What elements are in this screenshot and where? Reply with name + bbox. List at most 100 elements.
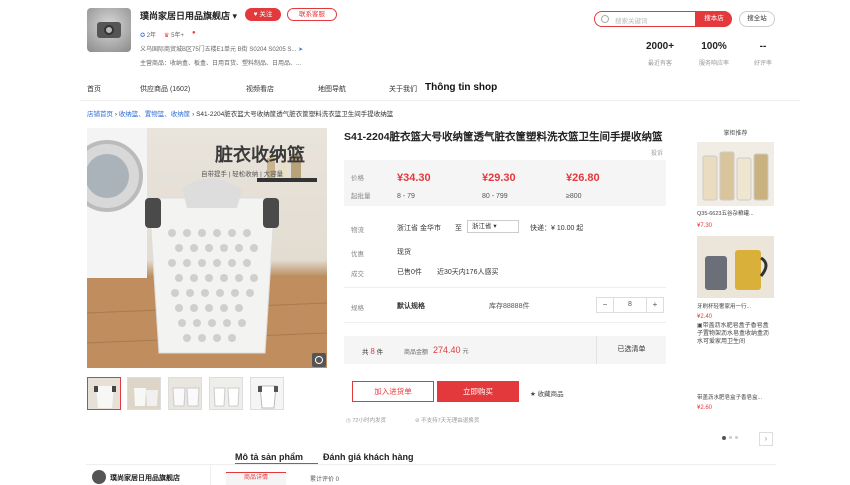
zoom-icon[interactable] [312,353,326,367]
thumbnail-3[interactable] [168,377,202,410]
summary-amount: 274.40 元 [433,345,469,355]
deal-sold: 已售0件 [397,269,422,276]
badge-level: ♛ 5年+ [164,33,184,39]
recommend-item-3-name[interactable]: 带盖沥水肥皂盒子香皂盒... [697,393,774,401]
add-to-cart-button[interactable]: 加入进货单 [352,381,434,402]
banner-title: 脏衣收纳篮 [215,145,305,165]
recommend-item-2-image[interactable] [697,236,774,298]
nav-products[interactable]: 供应商品 (1602) [140,84,190,94]
search-input[interactable]: 搜索关键词 [594,11,696,27]
summary-count: 共 8 件 [362,347,384,356]
bottom-shop-name[interactable]: 璞尚家居日用品旗舰店 [110,473,180,483]
carousel-dots [722,435,738,440]
breadcrumb-home[interactable]: 店铺首页 [87,111,113,118]
carousel-dot[interactable] [735,436,738,439]
shop-avatar[interactable] [92,470,106,484]
tier-price-2: ¥29.30 [482,172,516,184]
tab-product-detail[interactable]: 商品详情 [226,472,286,485]
carousel-dot[interactable] [729,436,732,439]
tab-review-count[interactable]: 累计评价 0 [310,474,339,483]
product-title: S41-2204脏衣篮大号收纳筐透气脏衣筐塑料洗衣篮卫生间手提收纳篮 [344,131,663,143]
recommend-item-2-name[interactable]: 牙刷杯轻奢家用一行... [697,302,774,310]
thumbnail-4[interactable] [209,377,243,410]
recommend-item-3-price: ¥2.60 [697,405,713,411]
selected-list-button[interactable]: 已选清单 [596,336,666,364]
nav-map[interactable]: 地图导航 [318,84,346,94]
service-value: 现货 [397,249,411,256]
thumbnail-2[interactable] [127,377,161,410]
recommend-item-1-image[interactable] [697,142,774,206]
quantity-minus-button[interactable]: − [597,298,613,312]
basket-thumbnail-icon [88,378,120,409]
report-link[interactable]: 投诉 [651,148,663,157]
stat-label: 好评率 [753,61,772,67]
spec-value[interactable]: 默认规格 [397,301,425,311]
recommend-item-2-price: ¥2.40 [697,314,713,320]
deal-recent: 近30天内176人感买 [437,269,499,276]
shop-logo[interactable] [87,8,131,52]
follow-button[interactable]: ♥ 关注 [245,8,281,21]
divider [344,287,666,288]
contact-service-button[interactable]: 联系客服 [287,8,337,21]
search-placeholder: 搜索关键词 [615,18,648,25]
breadcrumb-category[interactable]: 收纳篮、置物篮、收纳筐 [119,111,191,118]
thumbnail-1[interactable] [87,377,121,410]
quantity-stepper[interactable]: − 8 + [596,297,664,313]
breadcrumb-sep: › [114,111,117,118]
shipping-label: 物流 [351,227,364,234]
badge-years: ✪ 2年 [140,33,157,39]
divider [210,464,211,485]
carousel-dot[interactable] [722,435,726,440]
crown-icon: ♛ [164,33,170,39]
guarantee-shipping: ◷ 72小时内发货 [346,418,386,424]
recommend-item-1-name[interactable]: Q35-6623五谷杂粮罐... [697,209,774,217]
product-main-image[interactable]: 脏衣收纳篮 自带提手 | 轻松收纳 | 大容量 [87,128,327,368]
thumbnail-5[interactable] [250,377,284,410]
stat-rating: -- 好评率 [733,41,793,67]
basket-thumbnail-icon [169,378,201,409]
breadcrumb-current: S41-2204脏衣篮大号收纳筐透气脏衣筐塑料洗衣篮卫生间手提收纳篮 [196,111,394,118]
search-icon [601,15,609,23]
moq-label: 起批量 [351,193,371,200]
search-shop-button[interactable]: 搜本店 [696,11,732,27]
recommend-item-1-price: ¥7.30 [697,223,713,229]
stat-value: 2000+ [645,41,675,52]
favorite-button[interactable]: ★ 收藏商品 [530,388,564,398]
buy-now-button[interactable]: 立即购买 [437,381,519,402]
shop-badges: ✪ 2年 ♛ 5年+ ● [140,30,196,39]
nav-home[interactable]: 首页 [87,84,101,94]
carousel-next-button[interactable]: › [759,432,773,446]
shop-name[interactable]: 璞尚家居日用品旗舰店 ▾ [140,9,237,22]
basket-thumbnail-icon [128,378,160,409]
nav-about[interactable]: 关于我们 [389,84,417,94]
stat-value: -- [759,41,767,52]
shop-main-products: 主营商品：收纳盒、板盒、日用百货、塑料制品、日用品、... [140,61,302,67]
recommend-title: 掌柜推荐 [723,131,748,137]
verified-icon: ✪ [140,33,146,39]
quantity-value[interactable]: 8 [613,298,647,312]
shipping-fee: 快递：¥ 10.00 起 [530,225,584,232]
shop-address: 义乌国际商贸城B区75门五楼E1单元 B街 S0204 S0205 S... ➤ [140,47,304,53]
recommend-item-3-image-alt[interactable]: ▣带盖沥水肥皂盒子香皂盒子置物架沥水皂盒收纳盒沥水可爱家用卫生间 [697,322,774,384]
camera-lens-icon [104,25,114,35]
ship-to-select[interactable]: 浙江省 ▾ [467,220,519,233]
banner-subtitle: 自带提手 | 轻松收纳 | 大容量 [201,171,284,178]
user-icon: ● [191,30,196,36]
nav-video[interactable]: 视频看店 [246,84,274,94]
tier-qty-1: 8 - 79 [397,193,415,200]
tab-product-description[interactable]: Mô tả sản phẩm [235,452,303,462]
quantity-plus-button[interactable]: + [647,298,663,312]
cup-product-icon [697,236,774,298]
amount-label: 商品金额 [404,350,429,356]
stock-count: 库存88888件 [489,303,530,310]
search-all-button[interactable]: 搜全站 [739,11,775,27]
price-label: 价格 [351,175,364,182]
badge-user: ● [192,30,196,39]
location-icon[interactable]: ➤ [298,47,303,53]
stat-label: 最近有客 [647,61,672,67]
breadcrumb-sep: › [192,111,195,118]
stat-customers: 2000+ 最近有客 [630,41,690,67]
jars-product-icon [697,142,774,206]
tab-customer-reviews[interactable]: Đánh giá khách hàng [323,452,414,462]
basket-thumbnail-icon [251,378,283,409]
